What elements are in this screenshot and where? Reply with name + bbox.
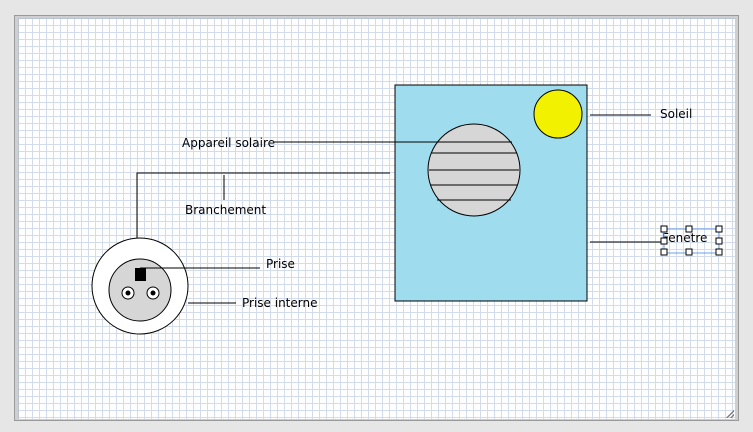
label-prise-interne[interactable]: Prise interne bbox=[242, 296, 317, 310]
sun-shape[interactable] bbox=[533, 89, 583, 139]
outlet-shape[interactable] bbox=[91, 237, 189, 335]
label-soleil[interactable]: Soleil bbox=[660, 107, 692, 121]
solar-appliance-shape[interactable] bbox=[427, 123, 521, 217]
label-fenetre[interactable]: Fenetre bbox=[662, 231, 707, 245]
label-prise[interactable]: Prise bbox=[266, 257, 295, 271]
label-appareil-solaire[interactable]: Appareil solaire bbox=[182, 136, 275, 150]
label-branchement[interactable]: Branchement bbox=[185, 203, 266, 217]
diagram-shapes: Appareil solaire Branchement Prise Prise… bbox=[91, 84, 723, 335]
